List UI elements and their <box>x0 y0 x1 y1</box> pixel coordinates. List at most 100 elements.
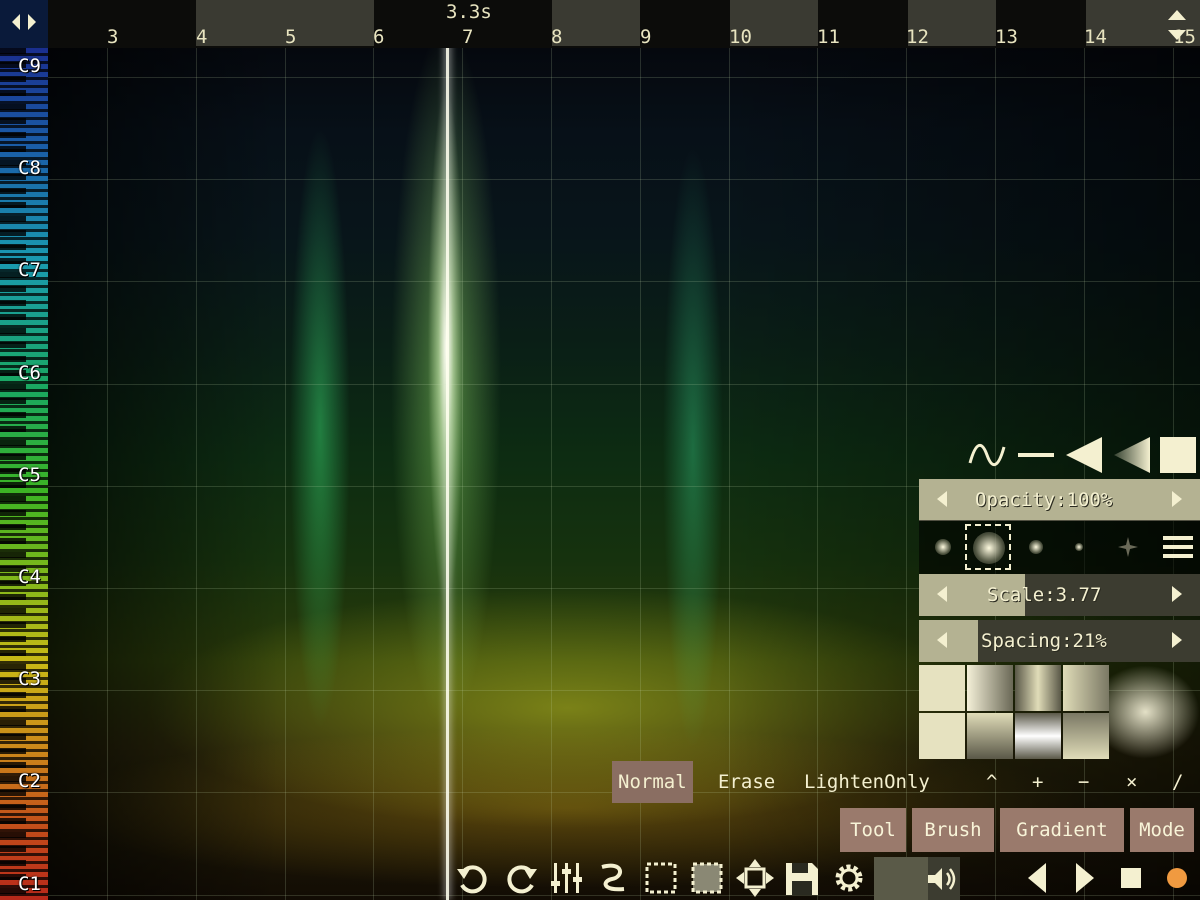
spacing-slider[interactable]: Spacing:21% <box>919 620 1200 662</box>
gradient-preset-center-glow[interactable] <box>1015 713 1061 759</box>
tab-mode[interactable]: Mode <box>1130 808 1194 852</box>
tab-tool[interactable]: Tool <box>840 808 906 852</box>
grid-hline <box>48 179 1200 180</box>
octave-label: C2 <box>18 770 41 792</box>
grid-vline <box>196 48 197 900</box>
spacing-decrease-icon[interactable] <box>937 632 947 648</box>
medium-dot-brush-icon[interactable] <box>1029 540 1043 554</box>
scale-slider[interactable]: Scale:3.77 <box>919 574 1200 616</box>
flat-line-shape-icon[interactable] <box>1014 435 1058 475</box>
record-icon[interactable] <box>1162 857 1192 899</box>
playhead[interactable] <box>446 40 449 900</box>
opacity-decrease-icon[interactable] <box>937 491 947 507</box>
tab-gradient[interactable]: Gradient <box>1000 808 1124 852</box>
volume-slider-fill <box>874 857 928 900</box>
grid-hline <box>48 384 1200 385</box>
star-brush-icon[interactable] <box>1117 536 1139 558</box>
ruler-band <box>552 0 640 46</box>
ruler-tick-label: 9 <box>640 26 652 48</box>
octave-label: C4 <box>18 566 41 588</box>
blend-mode-normal[interactable]: Normal <box>612 761 693 803</box>
previous-icon[interactable] <box>1022 857 1052 899</box>
spacing-increase-icon[interactable] <box>1172 632 1182 648</box>
ruler-tick-label: 8 <box>551 26 563 48</box>
triangle-shape-icon[interactable] <box>1062 435 1106 475</box>
volume-slider[interactable] <box>874 857 960 900</box>
grid-vline <box>285 48 286 900</box>
tab-brush[interactable]: Brush <box>912 808 994 852</box>
menu-icon[interactable] <box>1163 534 1193 560</box>
ruler-tick-label: 11 <box>817 26 840 48</box>
gradient-preset-soft-fade[interactable] <box>1063 665 1109 711</box>
gradient-presets[interactable] <box>919 665 1109 759</box>
gradient-triangle-shape-icon[interactable] <box>1110 435 1154 475</box>
play-icon[interactable] <box>1070 857 1100 899</box>
gradient-preset-center-band[interactable] <box>1015 665 1061 711</box>
small-dot-brush-icon[interactable] <box>935 539 951 555</box>
curve-icon[interactable] <box>594 857 632 899</box>
horizontal-zoom-button[interactable] <box>0 0 48 48</box>
grid-vline <box>373 48 374 900</box>
ruler-tick-label: 14 <box>1084 26 1107 48</box>
square-shape-icon[interactable] <box>1158 435 1198 475</box>
gradient-preset-solid[interactable] <box>919 665 965 711</box>
blend-action-button[interactable]: / <box>1166 761 1189 803</box>
opacity-label: Opacity:100% <box>975 489 1113 511</box>
blend-action-button[interactable]: × <box>1120 761 1143 803</box>
octave-label: C7 <box>18 259 41 281</box>
undo-icon[interactable] <box>454 857 492 899</box>
spacing-label: Spacing:21% <box>981 630 1107 652</box>
spectrogram-shading-left <box>48 48 278 900</box>
grid-vline <box>551 48 552 900</box>
ruler-tick-label: 12 <box>906 26 929 48</box>
ruler-tick-label: 13 <box>995 26 1018 48</box>
blend-mode-erase[interactable]: Erase <box>712 761 781 803</box>
octave-label: C8 <box>18 157 41 179</box>
scale-decrease-icon[interactable] <box>937 586 947 602</box>
scale-increase-icon[interactable] <box>1172 586 1182 602</box>
ruler-tick-label: 10 <box>729 26 752 48</box>
vertical-zoom-icon[interactable] <box>1166 8 1188 42</box>
gradient-preset-fade-up[interactable] <box>1063 713 1109 759</box>
grid-vline <box>462 48 463 900</box>
ruler-tick-label: 3 <box>107 26 119 48</box>
octave-label: C5 <box>18 464 41 486</box>
left-right-arrows-icon <box>12 14 36 30</box>
brush-selector[interactable] <box>919 520 1200 574</box>
time-ruler[interactable] <box>48 0 1200 48</box>
gradient-preset-solid-2[interactable] <box>919 713 965 759</box>
blend-mode-lightenonly[interactable]: LightenOnly <box>798 761 936 803</box>
spacing-slider-fill <box>919 620 978 662</box>
gradient-preset-fade-right[interactable] <box>967 665 1013 711</box>
redo-icon[interactable] <box>502 857 540 899</box>
octave-label: C6 <box>18 362 41 384</box>
grid-hline <box>48 77 1200 78</box>
save-icon[interactable] <box>782 857 822 899</box>
grid-vline <box>107 48 108 900</box>
move-icon[interactable] <box>734 857 776 899</box>
blend-action-button[interactable]: − <box>1072 761 1095 803</box>
tiny-dot-brush-icon[interactable] <box>1075 543 1083 551</box>
octave-label: C3 <box>18 668 41 690</box>
blend-action-button[interactable]: + <box>1026 761 1049 803</box>
blend-action-button[interactable]: ^ <box>980 761 1003 803</box>
gradient-preview <box>1109 665 1200 759</box>
select-rect-icon[interactable] <box>642 857 680 899</box>
gradient-preset-fade-down[interactable] <box>967 713 1013 759</box>
playhead-time: 3.3s <box>446 1 492 23</box>
speaker-icon <box>928 868 956 890</box>
grid-hline <box>48 281 1200 282</box>
ruler-tick-label: 7 <box>462 26 474 48</box>
mixer-icon[interactable] <box>548 857 586 899</box>
opacity-slider[interactable]: Opacity:100% <box>919 479 1200 521</box>
gear-icon[interactable] <box>830 857 868 899</box>
sine-shape-icon[interactable] <box>966 435 1008 475</box>
ruler-tick-label: 5 <box>285 26 297 48</box>
octave-label: C1 <box>18 873 41 895</box>
opacity-increase-icon[interactable] <box>1172 491 1182 507</box>
stop-icon[interactable] <box>1116 857 1146 899</box>
select-fill-icon[interactable] <box>688 857 726 899</box>
ruler-tick-label: 4 <box>196 26 208 48</box>
large-dot-brush-icon[interactable] <box>973 532 1005 564</box>
ruler-tick-label: 6 <box>373 26 385 48</box>
